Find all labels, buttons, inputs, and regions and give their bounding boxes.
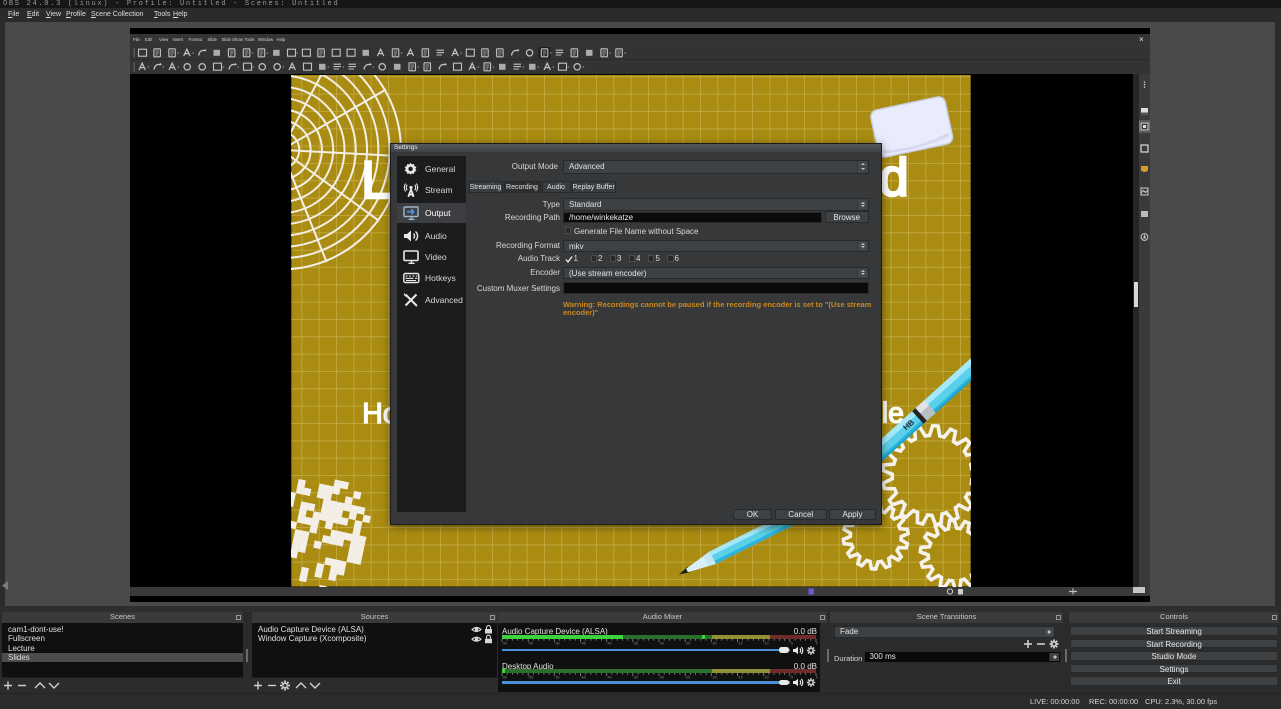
svg-text:-40: -40 bbox=[607, 642, 612, 646]
svg-text:-50: -50 bbox=[555, 676, 560, 680]
svg-text:-10: -10 bbox=[764, 642, 769, 646]
svg-text:A: A bbox=[408, 189, 415, 198]
svg-text:-60: -60 bbox=[502, 642, 507, 646]
svg-text:-15: -15 bbox=[738, 642, 743, 646]
svg-text:-30: -30 bbox=[659, 642, 664, 646]
svg-text:-35: -35 bbox=[633, 642, 638, 646]
svg-text:-35: -35 bbox=[633, 676, 638, 680]
svg-text:-60: -60 bbox=[502, 676, 507, 680]
svg-text:L: L bbox=[361, 151, 390, 210]
svg-text:-20: -20 bbox=[712, 642, 717, 646]
svg-text:-40: -40 bbox=[607, 676, 612, 680]
svg-text:-30: -30 bbox=[659, 676, 664, 680]
svg-text:-45: -45 bbox=[581, 676, 586, 680]
svg-text:-45: -45 bbox=[581, 642, 586, 646]
svg-text:-10: -10 bbox=[764, 676, 769, 680]
svg-text:-20: -20 bbox=[712, 676, 717, 680]
svg-text:-55: -55 bbox=[528, 642, 533, 646]
svg-text:-55: -55 bbox=[528, 676, 533, 680]
svg-text:-15: -15 bbox=[738, 676, 743, 680]
svg-text:-25: -25 bbox=[685, 642, 690, 646]
svg-text:-50: -50 bbox=[555, 642, 560, 646]
svg-text:-25: -25 bbox=[685, 676, 690, 680]
